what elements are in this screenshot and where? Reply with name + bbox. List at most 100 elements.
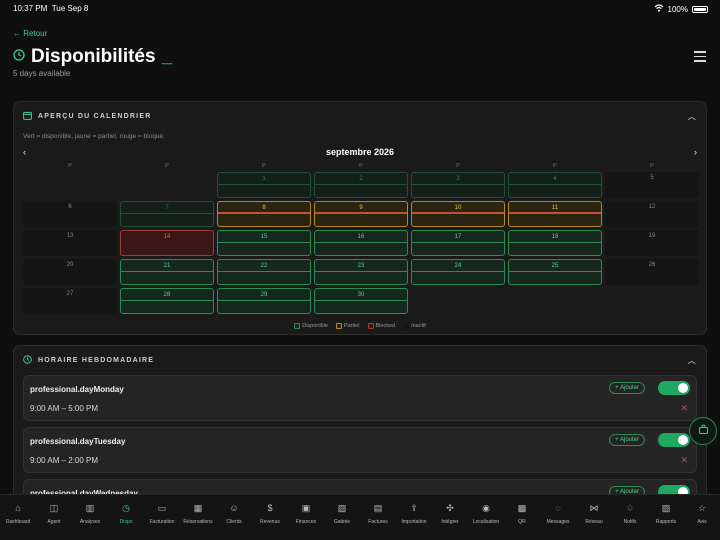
calendar-day-cell[interactable]: 3 (411, 172, 505, 198)
day-number: 17 (454, 234, 462, 240)
report-icon: ▧ (661, 503, 671, 513)
page-title: Disponibilités (31, 46, 156, 67)
nav-item-label: Notifs (623, 519, 637, 525)
add-slot-button[interactable]: + Ajouter (609, 434, 645, 446)
weekly-day-list: professional.dayMonday + Ajouter 9:00 AM –… (14, 375, 706, 504)
legend-available: Disponible (294, 323, 328, 329)
nav-item-qr[interactable]: ▩ QR (505, 495, 539, 540)
qr-icon: ▩ (517, 503, 527, 513)
invoice-icon: ▤ (373, 503, 383, 513)
chat-icon: ◌ (555, 503, 561, 513)
calendar-day-cell[interactable]: 13 (23, 230, 117, 256)
add-slot-button[interactable]: + Ajouter (609, 382, 645, 394)
calendar-day-cell[interactable]: 26 (605, 259, 699, 285)
day-number: 11 (551, 205, 559, 211)
upload-icon: ⇪ (410, 503, 418, 513)
day-slot-bar (412, 184, 504, 185)
calendar-day-cell[interactable]: 21 (120, 259, 214, 285)
nav-item-analyses[interactable]: ▥ Analyses (73, 495, 107, 540)
nav-item-integrer[interactable]: ✣ Intégrer (433, 495, 467, 540)
calendar-day-cell[interactable]: 30 (314, 288, 408, 314)
calendar-day-cell[interactable]: 5 (605, 172, 699, 198)
day-number: 30 (357, 292, 365, 298)
nav-item-messages[interactable]: ◌ Messages (541, 495, 575, 540)
day-slot-bar (412, 242, 504, 243)
time-slot: 9:00 AM – 2:00 PM (30, 456, 99, 465)
calendar-day-cell[interactable]: 20 (23, 259, 117, 285)
day-slot-bar (315, 184, 407, 185)
day-enabled-toggle[interactable] (658, 433, 690, 447)
chevron-up-icon[interactable]: ︿ (688, 355, 697, 366)
nav-item-importation[interactable]: ⇪ Importation (397, 495, 431, 540)
calendar-empty-cell (120, 172, 214, 198)
nav-item-notifs[interactable]: ♢ Notifs (613, 495, 647, 540)
users-icon: ☺ (229, 503, 239, 513)
calendar-day-cell[interactable]: 24 (411, 259, 505, 285)
remove-slot-x-icon[interactable]: ✕ (680, 455, 688, 466)
weekly-card-header[interactable]: HORAIRE HEBDOMADAIRE ︿ (14, 346, 706, 375)
day-number: 6 (68, 204, 72, 210)
calendar-day-cell[interactable]: 27 (23, 288, 117, 314)
nav-item-reservations[interactable]: ▦ Réservations (181, 495, 215, 540)
nav-item-factures[interactable]: ▤ Factures (361, 495, 395, 540)
calendar-day-cell[interactable]: 28 (120, 288, 214, 314)
calendar-day-cell[interactable]: 2 (314, 172, 408, 198)
calendar-day-cell[interactable]: 23 (314, 259, 408, 285)
nav-item-clients[interactable]: ☺ Clients (217, 495, 251, 540)
calendar-day-cell[interactable]: 8 (217, 201, 311, 227)
calendar-day-cell[interactable]: 6 (23, 201, 117, 227)
card-icon: ▭ (157, 503, 167, 513)
day-number: 16 (357, 234, 365, 240)
nav-item-agent[interactable]: ◫ Agent (37, 495, 71, 540)
time-slot: 9:00 AM – 5:00 PM (30, 404, 99, 413)
calendar-day-cell[interactable]: 22 (217, 259, 311, 285)
floating-bag-button[interactable] (689, 417, 717, 445)
back-link[interactable]: ← Retour (13, 29, 47, 38)
nav-item-dashboard[interactable]: ⌂ Dashboard (1, 495, 35, 540)
nav-item-galerie[interactable]: ▨ Galerie (325, 495, 359, 540)
calendar-day-cell[interactable]: 16 (314, 230, 408, 256)
hamburger-menu-icon[interactable] (694, 51, 706, 65)
calendar-day-cell[interactable]: 15 (217, 230, 311, 256)
prev-month-chevron-icon[interactable]: ‹ (23, 147, 26, 157)
day-number: 10 (454, 205, 462, 211)
calendar-day-cell[interactable]: 19 (605, 230, 699, 256)
nav-item-finances[interactable]: ▣ Finances (289, 495, 323, 540)
calendar-day-cell[interactable]: 12 (605, 201, 699, 227)
calendar-day-cell[interactable]: 14 (120, 230, 214, 256)
nav-item-revenus[interactable]: $ Revenus (253, 495, 287, 540)
day-slot-bar (121, 271, 213, 272)
calendar-day-cell[interactable]: 11 (508, 201, 602, 227)
calendar-day-cell[interactable]: 10 (411, 201, 505, 227)
calendar-day-cell[interactable]: 1 (217, 172, 311, 198)
calendar-day-cell[interactable]: 7 (120, 201, 214, 227)
nav-item-reseau[interactable]: ⋈ Réseau (577, 495, 611, 540)
day-slot-bar (315, 212, 407, 214)
calendar-day-cell[interactable]: 9 (314, 201, 408, 227)
day-number: 2 (359, 176, 363, 182)
nav-item-rapports[interactable]: ▧ Rapports (649, 495, 683, 540)
calendar-empty-cell (23, 172, 117, 198)
day-slot-bar (315, 242, 407, 243)
weekday-label: P (553, 163, 557, 169)
next-month-chevron-icon[interactable]: › (694, 147, 697, 157)
nav-item-dispo[interactable]: ◷ Dispo (109, 495, 143, 540)
nav-item-label: Importation (401, 519, 427, 525)
calendar-day-cell[interactable]: 18 (508, 230, 602, 256)
calendar-card-header[interactable]: APERÇU DU CALENDRIER ︿ (14, 102, 706, 131)
day-slot-bar (509, 271, 601, 272)
remove-slot-x-icon[interactable]: ✕ (680, 403, 688, 414)
nav-item-avis[interactable]: ☆ Avis (685, 495, 719, 540)
day-slot-bar (315, 300, 407, 301)
nav-item-localisation[interactable]: ◉ Localisation (469, 495, 503, 540)
day-enabled-toggle[interactable] (658, 381, 690, 395)
calendar-day-cell[interactable]: 17 (411, 230, 505, 256)
battery-icon (692, 5, 708, 13)
calendar-day-cell[interactable]: 25 (508, 259, 602, 285)
calendar-day-cell[interactable]: 4 (508, 172, 602, 198)
day-slot-bar (218, 184, 310, 185)
chevron-up-icon[interactable]: ︿ (688, 111, 697, 122)
calendar-day-cell[interactable]: 29 (217, 288, 311, 314)
nav-item-facturation[interactable]: ▭ Facturation (145, 495, 179, 540)
star-icon: ☆ (697, 503, 707, 513)
